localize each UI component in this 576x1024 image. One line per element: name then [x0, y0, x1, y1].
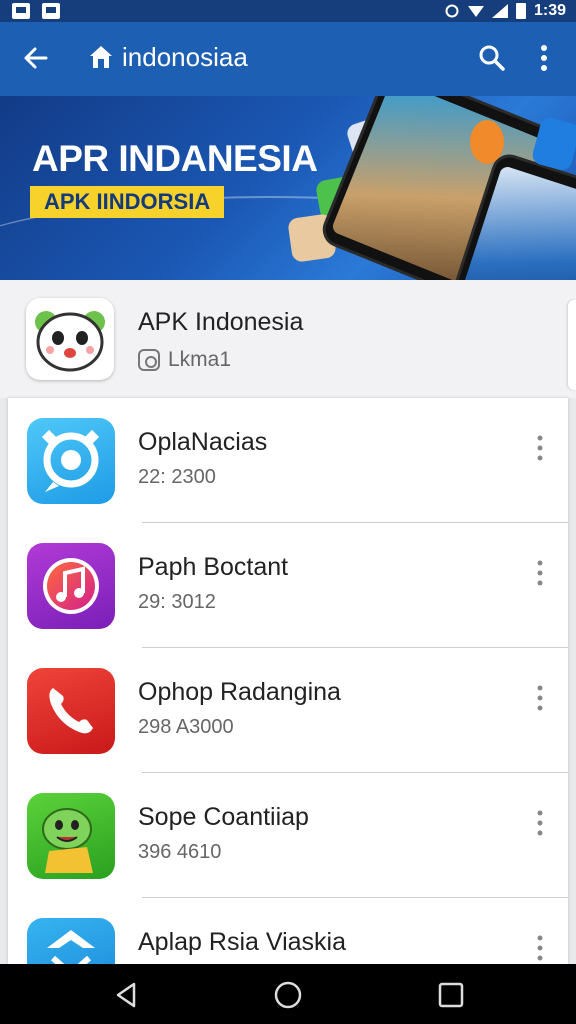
store-subtitle-row: Lkma1	[138, 348, 231, 372]
app-list: OplaNacias 22: 2300 Paph Boctant 29: 301…	[8, 398, 568, 964]
status-bar: 1:39	[0, 0, 576, 22]
back-arrow-icon[interactable]	[20, 42, 52, 74]
store-logo	[26, 298, 114, 380]
phone-icon	[27, 668, 115, 754]
nav-recents-icon[interactable]	[436, 980, 466, 1010]
item-more-icon[interactable]	[530, 684, 550, 712]
item-more-icon[interactable]	[530, 559, 550, 587]
app-bar: indonosiaa	[0, 22, 576, 96]
item-more-icon[interactable]	[530, 434, 550, 462]
banner-tagline: APK IINDORSIA	[30, 186, 225, 218]
battery-icon	[515, 3, 526, 19]
wifi-icon	[467, 6, 484, 17]
promo-banner[interactable]: APR INDANESIA APK IINDORSIA	[0, 96, 576, 280]
store-subtitle: Lkma1	[168, 348, 232, 371]
system-navigation-bar	[0, 964, 576, 1024]
nav-back-icon[interactable]	[112, 980, 142, 1010]
list-item[interactable]: OplaNacias 22: 2300	[8, 398, 568, 523]
search-icon[interactable]	[478, 44, 506, 72]
signal-icon	[491, 4, 508, 18]
app-meta: 22: 2300	[138, 466, 216, 488]
list-item[interactable]: Sope Coantiiap 396 4610	[8, 773, 568, 898]
app-name: OplaNacias	[138, 428, 268, 456]
list-item[interactable]: Ophop Radangina 298 A3000	[8, 648, 568, 773]
gallery-notification-icon	[42, 3, 60, 19]
item-more-icon[interactable]	[530, 934, 550, 962]
store-name: APK Indonesia	[138, 308, 304, 336]
app-name: Sope Coantiiap	[138, 803, 309, 831]
image-notification-icon	[12, 3, 30, 19]
app-bar-title: indonosiaa	[122, 42, 248, 72]
store-profile[interactable]: APK Indonesia Lkma1	[0, 280, 576, 398]
app-name: Paph Boctant	[138, 553, 289, 581]
app-meta: 29: 3012	[138, 591, 216, 613]
status-time: 1:39	[533, 2, 566, 19]
camera-icon	[138, 349, 160, 371]
alarm-icon	[445, 4, 459, 18]
chat-bubble-icon	[27, 418, 115, 504]
list-item[interactable]: Aplap Rsia Viaskia	[8, 898, 568, 964]
app-meta: 396 4610	[138, 841, 222, 863]
character-app-icon	[470, 120, 504, 164]
item-more-icon[interactable]	[530, 809, 550, 837]
side-panel-edge	[568, 300, 576, 390]
banner-headline: APR INDANESIA	[32, 138, 318, 179]
app-meta: 298 A3000	[138, 716, 234, 738]
app-name: Aplap Rsia Viaskia	[138, 928, 346, 956]
panda-logo-icon	[35, 311, 105, 372]
music-note-icon	[27, 543, 115, 629]
cartoon-character-icon	[27, 793, 115, 879]
nav-home-icon[interactable]	[273, 980, 303, 1010]
more-options-icon[interactable]	[532, 44, 556, 72]
blue-logo-icon	[27, 918, 115, 964]
list-item[interactable]: Paph Boctant 29: 3012	[8, 523, 568, 648]
app-name: Ophop Radangina	[138, 678, 341, 706]
home-icon[interactable]	[88, 44, 114, 70]
